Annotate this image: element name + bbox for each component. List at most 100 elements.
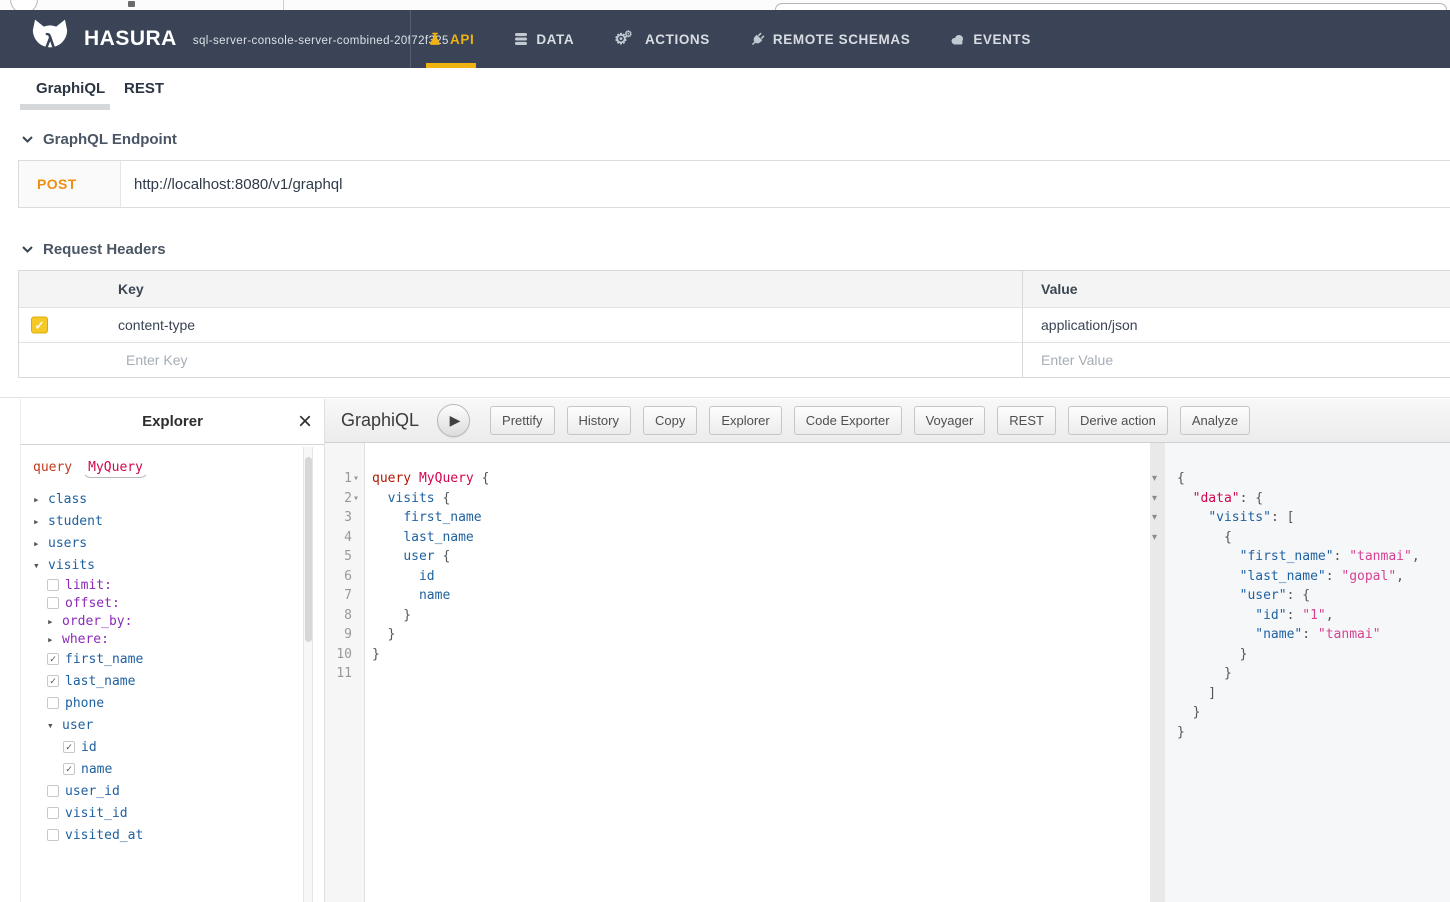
explorer-scrollbar[interactable]	[303, 447, 313, 902]
collapsed-arrow-icon[interactable]: ▸	[33, 537, 48, 550]
fold-arrow-icon[interactable]: ▾	[353, 489, 365, 509]
explorer-item-visit-id[interactable]: visit_id	[33, 802, 302, 824]
unchecked-checkbox-icon[interactable]	[47, 829, 59, 841]
fold-arrow-icon[interactable]: ▾	[353, 469, 365, 489]
line-number: 3	[325, 508, 352, 528]
explorer-item-label: student	[48, 514, 103, 529]
collapsed-arrow-icon[interactable]: ▸	[33, 515, 48, 528]
request-headers-section-heading[interactable]: Request Headers	[22, 241, 166, 258]
play-icon: ▶	[450, 412, 461, 429]
checked-checkbox-icon[interactable]: ✓	[63, 741, 75, 753]
nav-item-api[interactable]: API	[428, 10, 474, 68]
explorer-item-visited-at[interactable]: visited_at	[33, 824, 302, 846]
expanded-arrow-icon[interactable]: ▾	[47, 719, 62, 732]
rest-button[interactable]: REST	[997, 406, 1056, 435]
prettify-button[interactable]: Prettify	[490, 406, 554, 435]
explorer-item-id[interactable]: ✓ id	[33, 736, 302, 758]
brand-name: HASURA	[84, 27, 177, 51]
response-line: }	[1177, 723, 1420, 743]
plug-icon	[750, 32, 765, 47]
expanded-arrow-icon[interactable]: ▾	[33, 559, 48, 572]
explorer-item-last-name[interactable]: ✓ last_name	[33, 670, 302, 692]
browser-chrome-strip	[0, 0, 1450, 10]
checked-checkbox-icon[interactable]: ✓	[47, 653, 59, 665]
gears-icon: ⚙⚙	[614, 32, 637, 47]
fold-arrow-icon[interactable]: ▾	[1152, 489, 1157, 509]
database-icon	[514, 32, 528, 46]
explorer-item-phone[interactable]: phone	[33, 692, 302, 714]
explorer-button[interactable]: Explorer	[709, 406, 781, 435]
explorer-header: Explorer ×	[21, 399, 324, 445]
derive-action-button[interactable]: Derive action	[1068, 406, 1168, 435]
header-enabled-checkbox[interactable]: ✓	[31, 317, 48, 334]
api-tabs-row: GraphiQL REST	[0, 68, 1450, 110]
execute-query-button[interactable]: ▶	[437, 404, 470, 437]
nav-item-events[interactable]: EVENTS	[950, 10, 1031, 68]
brand[interactable]: λ HASURA sql-server-console-server-combi…	[28, 17, 449, 61]
fold-arrow-icon[interactable]: ▾	[1152, 528, 1157, 548]
explorer-item-label: users	[48, 536, 87, 551]
flask-icon	[428, 32, 442, 46]
nav-item-data[interactable]: DATA	[514, 10, 574, 68]
explorer-item-class[interactable]: ▸class	[33, 488, 302, 510]
code-exporter-button[interactable]: Code Exporter	[794, 406, 902, 435]
explorer-item-order-by[interactable]: ▸order_by:	[33, 612, 302, 630]
fold-arrow-icon[interactable]: ▾	[1152, 508, 1157, 528]
nav-item-label: ACTIONS	[645, 32, 710, 47]
query-editor[interactable]: 1▾query MyQuery {2▾ visits {3 first_name…	[325, 443, 1150, 902]
result-drag-bar[interactable]: ▾▾▾▾	[1150, 443, 1165, 902]
query-name-input[interactable]: MyQuery	[82, 459, 149, 478]
unchecked-checkbox-icon[interactable]	[47, 785, 59, 797]
tab-rest[interactable]: REST	[124, 68, 164, 110]
line-number: 9	[325, 625, 352, 645]
explorer-item-student[interactable]: ▸student	[33, 510, 302, 532]
nav-item-remote-schemas[interactable]: REMOTE SCHEMAS	[750, 10, 910, 68]
unchecked-checkbox-icon[interactable]	[47, 597, 59, 609]
header-key-value[interactable]: content-type	[118, 317, 195, 333]
scrollbar-thumb[interactable]	[305, 457, 312, 642]
query-keyword: query	[33, 460, 72, 475]
explorer-item-label: id	[81, 740, 97, 755]
line-number: 7	[325, 586, 352, 606]
collapsed-arrow-icon[interactable]: ▸	[47, 633, 62, 646]
header-key-input[interactable]: Enter Key	[126, 352, 187, 368]
response-line: "first_name": "tanmai",	[1177, 547, 1420, 567]
endpoint-section-heading[interactable]: GraphQL Endpoint	[22, 131, 177, 148]
explorer-item-label: last_name	[65, 674, 135, 689]
explorer-item-limit[interactable]: limit:	[33, 576, 302, 594]
editor-line: 1▾query MyQuery {	[325, 469, 1150, 489]
analyze-button[interactable]: Analyze	[1180, 406, 1250, 435]
checked-checkbox-icon[interactable]: ✓	[63, 763, 75, 775]
explorer-item-label: class	[48, 492, 87, 507]
response-line: "name": "tanmai"	[1177, 625, 1420, 645]
browser-urlbar-fragment	[775, 3, 1447, 10]
query-name-row[interactable]: query MyQuery	[33, 459, 302, 478]
explorer-item-label: user	[62, 718, 93, 733]
copy-button[interactable]: Copy	[643, 406, 697, 435]
unchecked-checkbox-icon[interactable]	[47, 697, 59, 709]
fold-arrow-icon[interactable]: ▾	[1152, 469, 1157, 489]
explorer-item-first-name[interactable]: ✓first_name	[33, 648, 302, 670]
collapsed-arrow-icon[interactable]: ▸	[47, 615, 62, 628]
explorer-item-users[interactable]: ▸users	[33, 532, 302, 554]
history-button[interactable]: History	[567, 406, 631, 435]
unchecked-checkbox-icon[interactable]	[47, 807, 59, 819]
explorer-item-offset[interactable]: offset:	[33, 594, 302, 612]
response-line: "visits": [	[1177, 508, 1420, 528]
explorer-item-user-id[interactable]: user_id	[33, 780, 302, 802]
explorer-item-visits[interactable]: ▾visits	[33, 554, 302, 576]
voyager-button[interactable]: Voyager	[914, 406, 986, 435]
response-line: }	[1177, 645, 1420, 665]
nav-item-actions[interactable]: ⚙⚙ ACTIONS	[614, 10, 710, 68]
unchecked-checkbox-icon[interactable]	[47, 579, 59, 591]
explorer-item-where[interactable]: ▸where:	[33, 630, 302, 648]
checked-checkbox-icon[interactable]: ✓	[47, 675, 59, 687]
explorer-item-user[interactable]: ▾user	[33, 714, 302, 736]
response-line: {	[1177, 528, 1420, 548]
header-value-value[interactable]: application/json	[1041, 317, 1138, 333]
explorer-item-name[interactable]: ✓name	[33, 758, 302, 780]
close-icon[interactable]: ×	[298, 410, 312, 434]
explorer-item-label: visited_at	[65, 828, 143, 843]
header-value-input[interactable]: Enter Value	[1041, 352, 1113, 368]
collapsed-arrow-icon[interactable]: ▸	[33, 493, 48, 506]
